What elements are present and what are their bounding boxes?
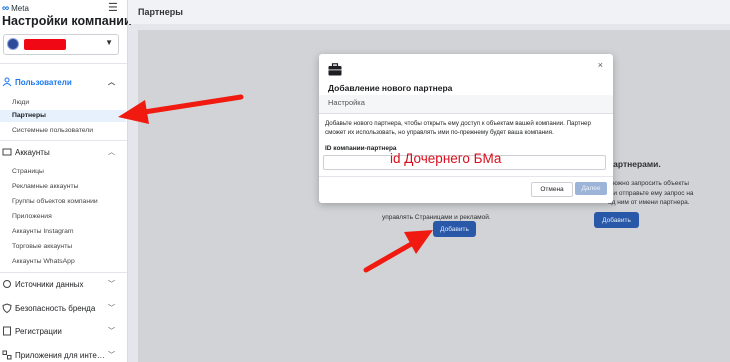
add-partner-request-button[interactable]: Добавить bbox=[594, 212, 639, 228]
chevron-down-icon: ﹀ bbox=[108, 328, 115, 335]
dialog-description: Добавьте нового партнера, чтобы открыть … bbox=[325, 120, 591, 136]
sidebar-item-people[interactable]: Люди bbox=[12, 99, 29, 106]
sidebar-group-users[interactable]: Пользователи ︿ bbox=[0, 76, 127, 88]
users-icon bbox=[2, 77, 12, 87]
divider bbox=[319, 176, 613, 177]
accounts-icon bbox=[2, 148, 12, 156]
meta-logo-text: Meta bbox=[11, 4, 29, 13]
sidebar-group-integrations[interactable]: Приложения для инте… ﹀ bbox=[0, 349, 127, 361]
dialog-step-label: Настройка bbox=[328, 98, 365, 107]
partner-id-label: ID компании-партнера bbox=[325, 145, 397, 152]
sidebar-item-business-asset-groups[interactable]: Группы объектов компании bbox=[12, 198, 98, 205]
sidebar-item-commerce-accounts[interactable]: Торговые аккаунты bbox=[12, 243, 72, 250]
divider bbox=[319, 113, 613, 114]
sidebar-group-data-sources[interactable]: Источники данных ﹀ bbox=[0, 278, 127, 290]
sidebar-item-system-users[interactable]: Системные пользователи bbox=[12, 127, 93, 134]
sidebar-group-brand-safety[interactable]: Безопасность бренда ﹀ bbox=[0, 302, 127, 314]
panel-right-text-1: южно запросить объекты bbox=[613, 180, 689, 187]
meta-infinity-icon: ∞ bbox=[2, 3, 10, 14]
meta-logo[interactable]: ∞ Meta bbox=[2, 3, 29, 14]
business-account-selector[interactable]: ▼ bbox=[3, 34, 119, 55]
add-partner-dialog: × Добавление нового партнера Настройка Д… bbox=[319, 54, 613, 203]
integrations-icon bbox=[2, 350, 12, 360]
close-icon[interactable]: × bbox=[598, 60, 603, 70]
sidebar-item-partners[interactable]: Партнеры bbox=[12, 112, 46, 119]
cancel-button[interactable]: Отмена bbox=[531, 182, 573, 197]
sidebar: ∞ Meta ☰ Настройки компании ▼ Пользовате… bbox=[0, 0, 132, 362]
sidebar-group-accounts[interactable]: Аккаунты ︿ bbox=[0, 146, 127, 158]
sidebar-group-registrations[interactable]: Регистрации ﹀ bbox=[0, 325, 127, 337]
chevron-down-icon: ﹀ bbox=[108, 352, 115, 359]
briefcase-icon bbox=[328, 63, 342, 76]
partner-id-input-value: id Дочернего БМа bbox=[390, 151, 502, 166]
sidebar-group-label: Приложения для инте… bbox=[15, 350, 105, 360]
sidebar-item-pages[interactable]: Страницы bbox=[12, 168, 44, 175]
sidebar-group-label: Аккаунты bbox=[15, 147, 50, 157]
data-sources-icon bbox=[3, 280, 11, 288]
partner-id-input[interactable]: id Дочернего БМа bbox=[323, 151, 606, 170]
divider bbox=[0, 140, 127, 141]
account-avatar bbox=[7, 38, 19, 50]
sidebar-group-label: Регистрации bbox=[15, 326, 62, 336]
chevron-up-icon: ︿ bbox=[108, 149, 115, 156]
account-name-redacted bbox=[24, 39, 66, 50]
chevron-down-icon: ﹀ bbox=[108, 281, 115, 288]
chevron-down-icon: ﹀ bbox=[108, 305, 115, 312]
sidebar-item-ad-accounts[interactable]: Рекламные аккаунты bbox=[12, 183, 79, 190]
sidebar-group-label: Пользователи bbox=[15, 77, 72, 87]
registrations-icon bbox=[3, 326, 11, 336]
page-title: Настройки компании bbox=[2, 14, 132, 28]
section-title: Партнеры bbox=[138, 7, 183, 17]
menu-icon[interactable]: ☰ bbox=[108, 1, 118, 14]
sidebar-item-whatsapp-accounts[interactable]: Аккаунты WhatsApp bbox=[12, 258, 75, 265]
shield-icon bbox=[2, 303, 12, 313]
sidebar-group-label: Безопасность бренда bbox=[15, 303, 96, 313]
panel-left-text: управлять Страницами и рекламой. bbox=[382, 214, 491, 221]
sidebar-item-instagram-accounts[interactable]: Аккаунты Instagram bbox=[12, 228, 74, 235]
divider bbox=[0, 272, 127, 273]
dialog-title: Добавление нового партнера bbox=[328, 83, 453, 93]
panel-right-text-2: и и отправьте ему запрос на bbox=[608, 190, 694, 197]
next-button[interactable]: Далее bbox=[575, 182, 607, 195]
content-header: Партнеры bbox=[128, 0, 730, 24]
panel-right-text-3: ад ним от имени партнера. bbox=[608, 199, 690, 206]
sidebar-group-label: Источники данных bbox=[15, 279, 84, 289]
sidebar-item-apps[interactable]: Приложения bbox=[12, 213, 52, 220]
add-partner-button[interactable]: Добавить bbox=[433, 221, 476, 237]
chevron-down-icon: ▼ bbox=[105, 38, 113, 47]
chevron-up-icon: ︿ bbox=[108, 79, 115, 86]
divider bbox=[0, 63, 127, 64]
panel-right-heading: партнерами. bbox=[608, 159, 661, 169]
